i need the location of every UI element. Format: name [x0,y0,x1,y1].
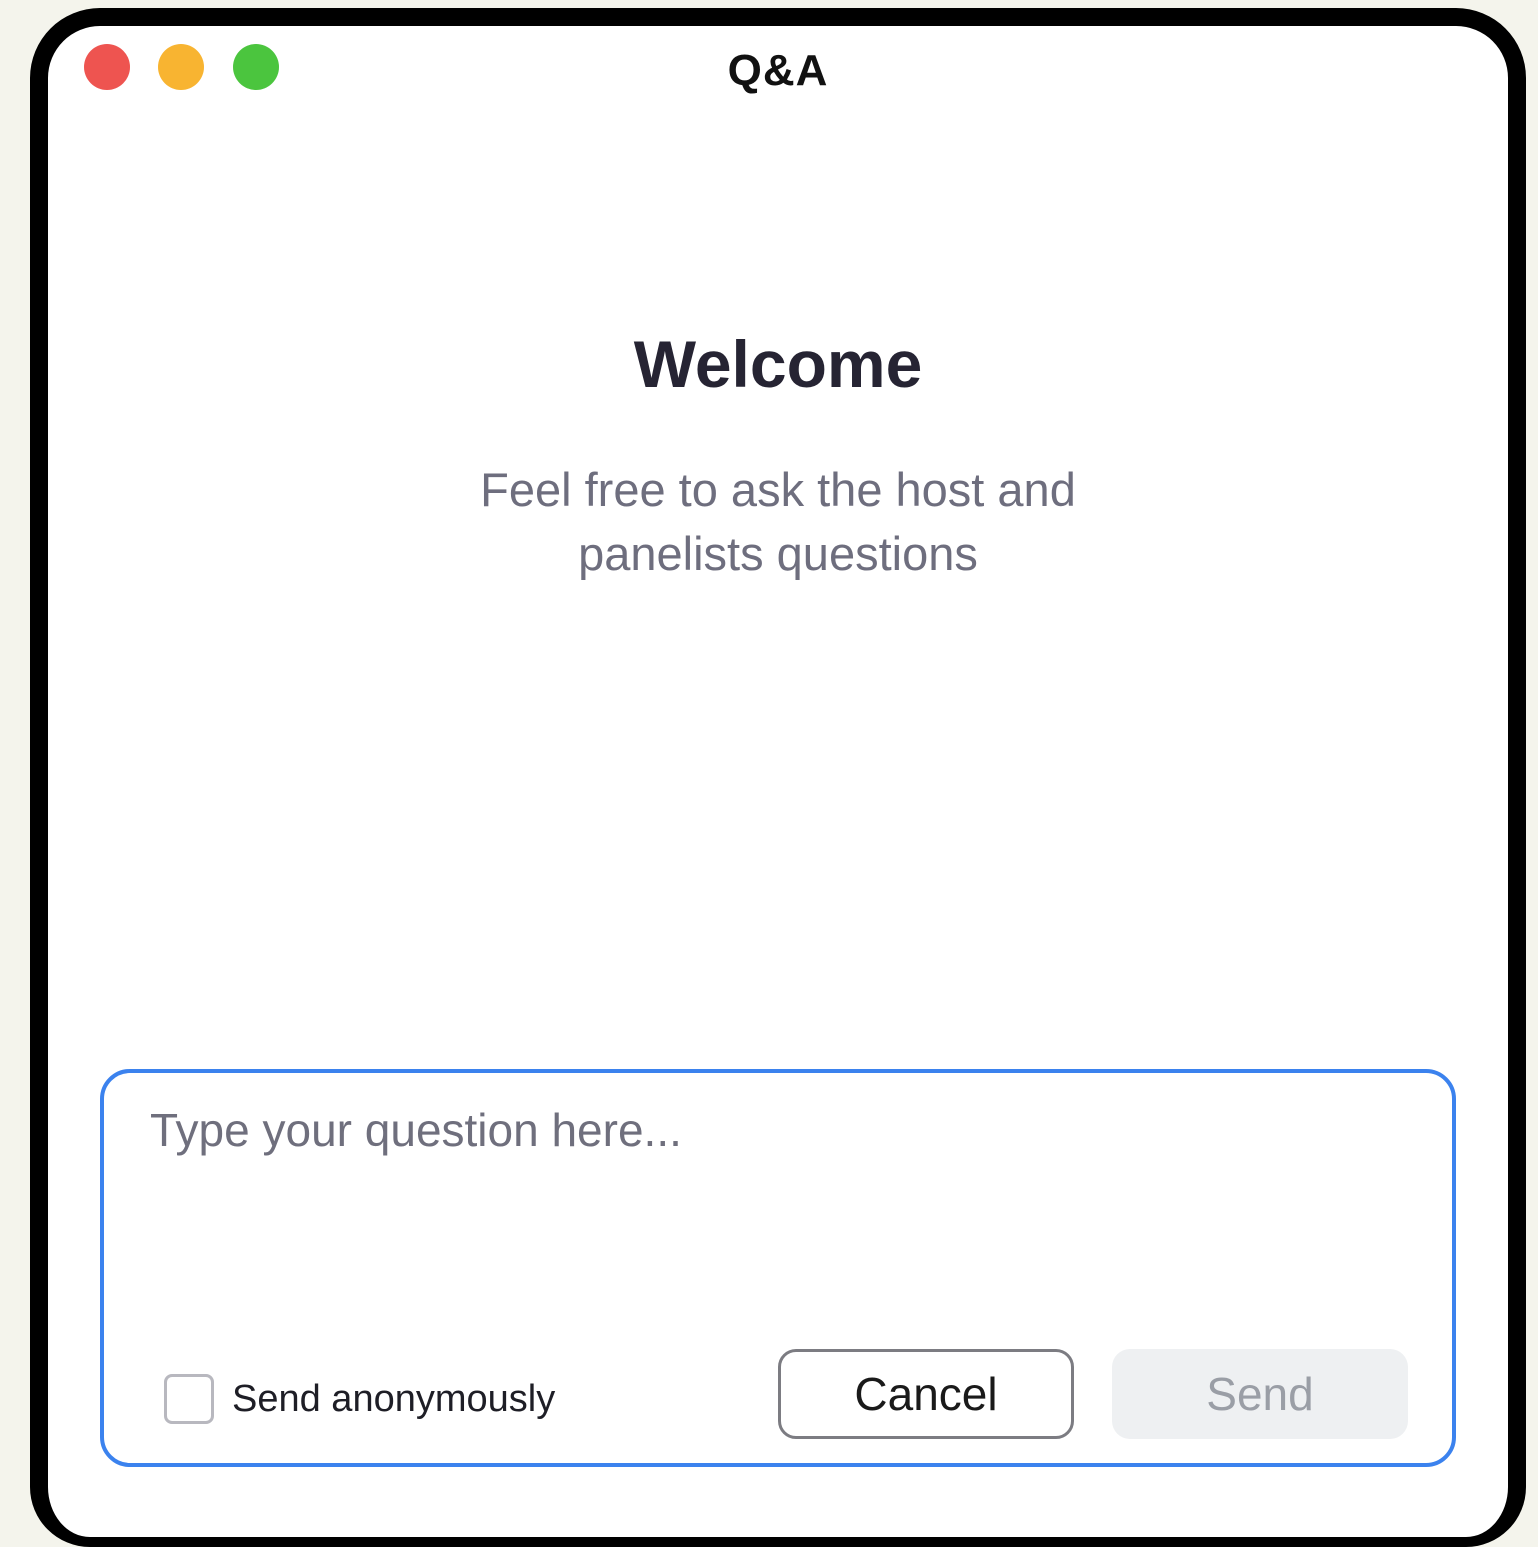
cancel-button[interactable]: Cancel [778,1349,1074,1439]
welcome-subtitle-line-1: Feel free to ask the host and [480,463,1076,516]
welcome-subtitle-line-2: panelists questions [578,527,978,580]
welcome-subtitle: Feel free to ask the host and panelists … [48,458,1508,586]
question-compose-box: Send anonymously Cancel Send [100,1069,1456,1467]
send-button[interactable]: Send [1112,1349,1408,1439]
qa-window: Q&A Welcome Feel free to ask the host an… [30,8,1526,1547]
window-title: Q&A [727,46,829,95]
title-bar[interactable]: Q&A [48,26,1508,136]
send-anonymously-label[interactable]: Send anonymously [232,1378,555,1421]
send-anonymously-option[interactable]: Send anonymously [164,1369,555,1429]
welcome-heading: Welcome [633,327,923,401]
question-input[interactable] [150,1103,1390,1303]
send-anonymously-checkbox[interactable] [164,1374,214,1424]
